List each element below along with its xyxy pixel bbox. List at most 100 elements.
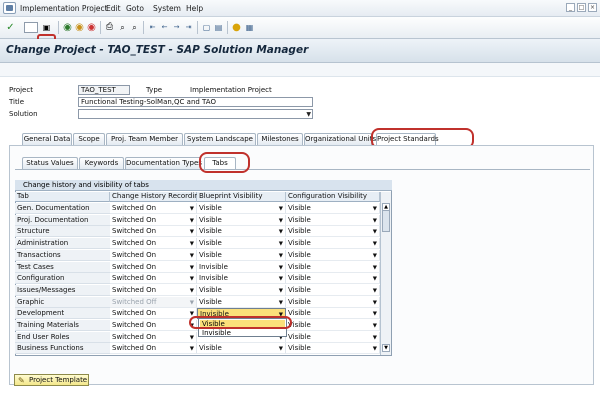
chevron-down-icon[interactable]: ▼ xyxy=(306,111,311,118)
cancel-icon[interactable]: ◉ xyxy=(85,21,98,34)
chevron-down-icon[interactable]: ▼ xyxy=(279,227,283,236)
change-history-select[interactable]: Switched On ▼ xyxy=(110,343,197,354)
menu-system[interactable]: System xyxy=(153,4,181,13)
tab-organizational-units[interactable]: Organizational Units xyxy=(304,133,376,145)
title-field[interactable]: Functional Testing-SolMan,QC and TAO xyxy=(78,97,313,107)
configuration-visibility-select[interactable]: Visible ▼ xyxy=(286,308,380,319)
configuration-visibility-select[interactable]: Visible ▼ xyxy=(286,250,380,261)
chevron-down-icon[interactable]: ▼ xyxy=(373,251,377,260)
chevron-down-icon[interactable]: ▼ xyxy=(279,298,283,307)
chevron-down-icon[interactable]: ▼ xyxy=(279,251,283,260)
chevron-down-icon[interactable]: ▼ xyxy=(190,227,194,236)
chevron-down-icon[interactable]: ▼ xyxy=(373,204,377,213)
configuration-visibility-select[interactable]: Visible ▼ xyxy=(286,226,380,237)
blueprint-visibility-select[interactable]: Visible ▼ xyxy=(197,343,286,354)
print-icon[interactable]: ⎙ xyxy=(103,21,116,34)
col-header-blueprint-visibility[interactable]: Blueprint Visibility xyxy=(197,192,286,202)
chevron-down-icon[interactable]: ▼ xyxy=(373,274,377,283)
configuration-visibility-select[interactable]: Visible ▼ xyxy=(286,320,380,331)
chevron-down-icon[interactable]: ▼ xyxy=(279,263,283,272)
change-history-select[interactable]: Switched On ▼ xyxy=(110,332,197,343)
chevron-down-icon[interactable]: ▼ xyxy=(373,286,377,295)
change-history-select[interactable]: Switched Off ▼ xyxy=(110,297,197,308)
blueprint-visibility-select[interactable]: Visible ▼ xyxy=(197,215,286,226)
chevron-down-icon[interactable]: ▼ xyxy=(279,344,283,353)
blueprint-visibility-select[interactable]: Visible ▼ xyxy=(197,203,286,214)
configuration-visibility-select[interactable]: Visible ▼ xyxy=(286,343,380,354)
project-template-button[interactable]: ✎ Project Template xyxy=(14,374,89,386)
chevron-down-icon[interactable]: ▼ xyxy=(190,298,194,307)
chevron-down-icon[interactable]: ▼ xyxy=(373,298,377,307)
col-header-change-history[interactable]: Change History Recording xyxy=(110,192,203,202)
configuration-visibility-select[interactable]: Visible ▼ xyxy=(286,273,380,284)
menu-edit[interactable]: Edit xyxy=(106,4,121,13)
chevron-down-icon[interactable]: ▼ xyxy=(190,251,194,260)
tab-proj-team-member[interactable]: Proj. Team Member xyxy=(106,133,183,145)
chevron-down-icon[interactable]: ▼ xyxy=(373,263,377,272)
configuration-visibility-select[interactable]: Visible ▼ xyxy=(286,203,380,214)
chevron-down-icon[interactable]: ▼ xyxy=(373,216,377,225)
tab-scope[interactable]: Scope xyxy=(73,133,105,145)
configuration-visibility-select[interactable]: Visible ▼ xyxy=(286,297,380,308)
chevron-down-icon[interactable]: ▼ xyxy=(190,333,194,342)
configuration-visibility-select[interactable]: Visible ▼ xyxy=(286,215,380,226)
scroll-thumb[interactable] xyxy=(382,210,390,232)
blueprint-visibility-select[interactable]: Visible ▼ xyxy=(197,285,286,296)
change-history-select[interactable]: Switched On ▼ xyxy=(110,203,197,214)
chevron-down-icon[interactable]: ▼ xyxy=(190,239,194,248)
check-icon[interactable]: ✓ xyxy=(4,21,17,34)
help-icon[interactable]: ● xyxy=(230,21,243,34)
tab-status-values[interactable]: Status Values xyxy=(22,157,78,169)
menu-help[interactable]: Help xyxy=(186,4,203,13)
configuration-visibility-select[interactable]: Visible ▼ xyxy=(286,332,380,343)
chevron-down-icon[interactable]: ▼ xyxy=(373,333,377,342)
change-history-select[interactable]: Switched On ▼ xyxy=(110,308,197,319)
tab-documentation-types[interactable]: Documentation Types xyxy=(125,157,202,169)
blueprint-visibility-select[interactable]: Invisible ▼ xyxy=(197,262,286,273)
chevron-down-icon[interactable]: ▼ xyxy=(279,216,283,225)
find-next-icon[interactable]: ⌕ xyxy=(128,21,141,34)
chevron-down-icon[interactable]: ▼ xyxy=(279,204,283,213)
change-history-select[interactable]: Switched On ▼ xyxy=(110,262,197,273)
tab-milestones[interactable]: Milestones xyxy=(257,133,303,145)
chevron-down-icon[interactable]: ▼ xyxy=(190,286,194,295)
change-history-select[interactable]: Switched On ▼ xyxy=(110,238,197,249)
command-field[interactable] xyxy=(24,22,38,33)
chevron-down-icon[interactable]: ▼ xyxy=(373,344,377,353)
last-page-icon[interactable]: ⇥ xyxy=(182,21,195,34)
blueprint-visibility-select[interactable]: Invisible ▼ xyxy=(197,273,286,284)
chevron-down-icon[interactable]: ▼ xyxy=(373,309,377,318)
blueprint-visibility-select[interactable]: Visible ▼ xyxy=(197,238,286,249)
layout-icon[interactable]: ▦ xyxy=(243,21,256,34)
chevron-down-icon[interactable]: ▼ xyxy=(190,274,194,283)
col-header-configuration-visibility[interactable]: Configuration Visibility xyxy=(286,192,380,202)
close-icon[interactable]: × xyxy=(588,3,597,12)
dropdown-option-invisible[interactable]: Invisible xyxy=(200,329,285,337)
configuration-visibility-select[interactable]: Visible ▼ xyxy=(286,262,380,273)
menu-implementation-project[interactable]: Implementation Project xyxy=(20,4,108,13)
chevron-down-icon[interactable]: ▼ xyxy=(190,204,194,213)
change-history-select[interactable]: Switched On ▼ xyxy=(110,250,197,261)
chevron-down-icon[interactable]: ▼ xyxy=(190,216,194,225)
configuration-visibility-select[interactable]: Visible ▼ xyxy=(286,285,380,296)
chevron-down-icon[interactable]: ▼ xyxy=(373,239,377,248)
blueprint-visibility-select[interactable]: Visible ▼ xyxy=(197,297,286,308)
blueprint-visibility-select[interactable]: Visible ▼ xyxy=(197,250,286,261)
change-history-select[interactable]: Switched On ▼ xyxy=(110,226,197,237)
chevron-down-icon[interactable]: ▼ xyxy=(373,321,377,330)
sap-menu-icon[interactable] xyxy=(3,2,16,14)
scroll-down-icon[interactable]: ▼ xyxy=(382,344,390,352)
tab-system-landscape[interactable]: System Landscape xyxy=(184,133,256,145)
tab-keywords[interactable]: Keywords xyxy=(79,157,124,169)
change-history-select[interactable]: Switched On ▼ xyxy=(110,320,197,331)
table-scrollbar[interactable]: ▲ ▼ xyxy=(380,192,391,355)
maximize-icon[interactable]: □ xyxy=(577,3,586,12)
col-header-tab[interactable]: Tab xyxy=(15,192,110,202)
chevron-down-icon[interactable]: ▼ xyxy=(279,286,283,295)
chevron-down-icon[interactable]: ▼ xyxy=(190,263,194,272)
configuration-visibility-select[interactable]: Visible ▼ xyxy=(286,238,380,249)
save-icon[interactable]: ▣ xyxy=(40,21,53,34)
change-history-select[interactable]: Switched On ▼ xyxy=(110,285,197,296)
chevron-down-icon[interactable]: ▼ xyxy=(279,274,283,283)
chevron-down-icon[interactable]: ▼ xyxy=(373,227,377,236)
